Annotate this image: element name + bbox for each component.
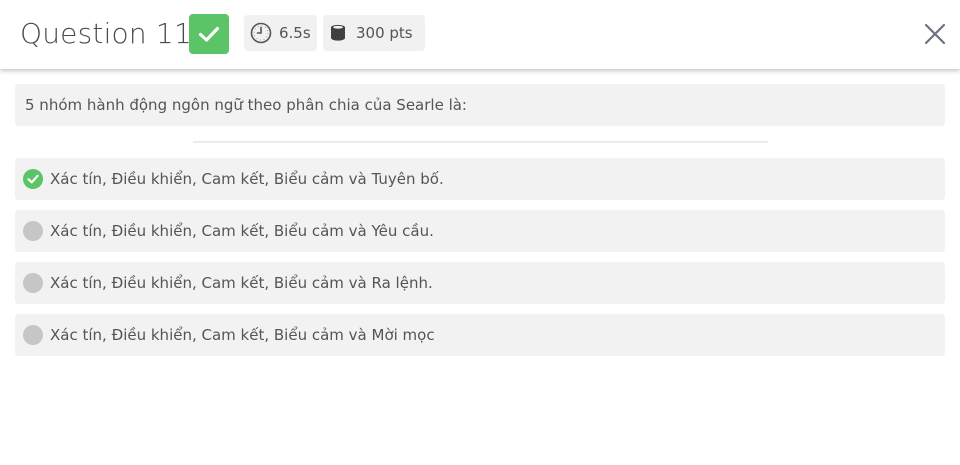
circle-icon: [23, 273, 43, 293]
time-value: 6.5s: [279, 24, 311, 42]
question-text-box: 5 nhóm hành động ngôn ngữ theo phân chia…: [15, 84, 945, 126]
circle-icon: [23, 325, 43, 345]
answer-option[interactable]: Xác tín, Điều khiển, Cam kết, Biểu cảm v…: [15, 210, 945, 252]
question-text: 5 nhóm hành động ngôn ngữ theo phân chia…: [25, 96, 467, 114]
close-icon: [924, 23, 946, 45]
check-circle-icon: [23, 169, 43, 189]
clock-icon: [250, 22, 272, 44]
close-button[interactable]: [922, 21, 948, 47]
answer-option[interactable]: Xác tín, Điều khiển, Cam kết, Biểu cảm v…: [15, 262, 945, 304]
answer-option-label: Xác tín, Điều khiển, Cam kết, Biểu cảm v…: [50, 222, 434, 240]
answer-option-label: Xác tín, Điều khiển, Cam kết, Biểu cảm v…: [50, 326, 435, 344]
correct-status-badge: [189, 14, 229, 54]
answer-option-label: Xác tín, Điều khiển, Cam kết, Biểu cảm v…: [50, 274, 433, 292]
answer-option[interactable]: Xác tín, Điều khiển, Cam kết, Biểu cảm v…: [15, 314, 945, 356]
check-icon: [198, 26, 220, 42]
divider: [193, 141, 768, 143]
circle-icon: [23, 221, 43, 241]
question-header: Question 11 6.5s 300 pts: [0, 0, 960, 69]
time-chip: 6.5s: [244, 15, 317, 51]
answer-option-correct[interactable]: Xác tín, Điều khiển, Cam kết, Biểu cảm v…: [15, 158, 945, 200]
points-chip: 300 pts: [323, 15, 425, 51]
answer-option-label: Xác tín, Điều khiển, Cam kết, Biểu cảm v…: [50, 170, 444, 188]
coins-icon: [329, 23, 349, 43]
points-value: 300 pts: [356, 24, 413, 42]
question-title: Question 11: [20, 17, 192, 50]
